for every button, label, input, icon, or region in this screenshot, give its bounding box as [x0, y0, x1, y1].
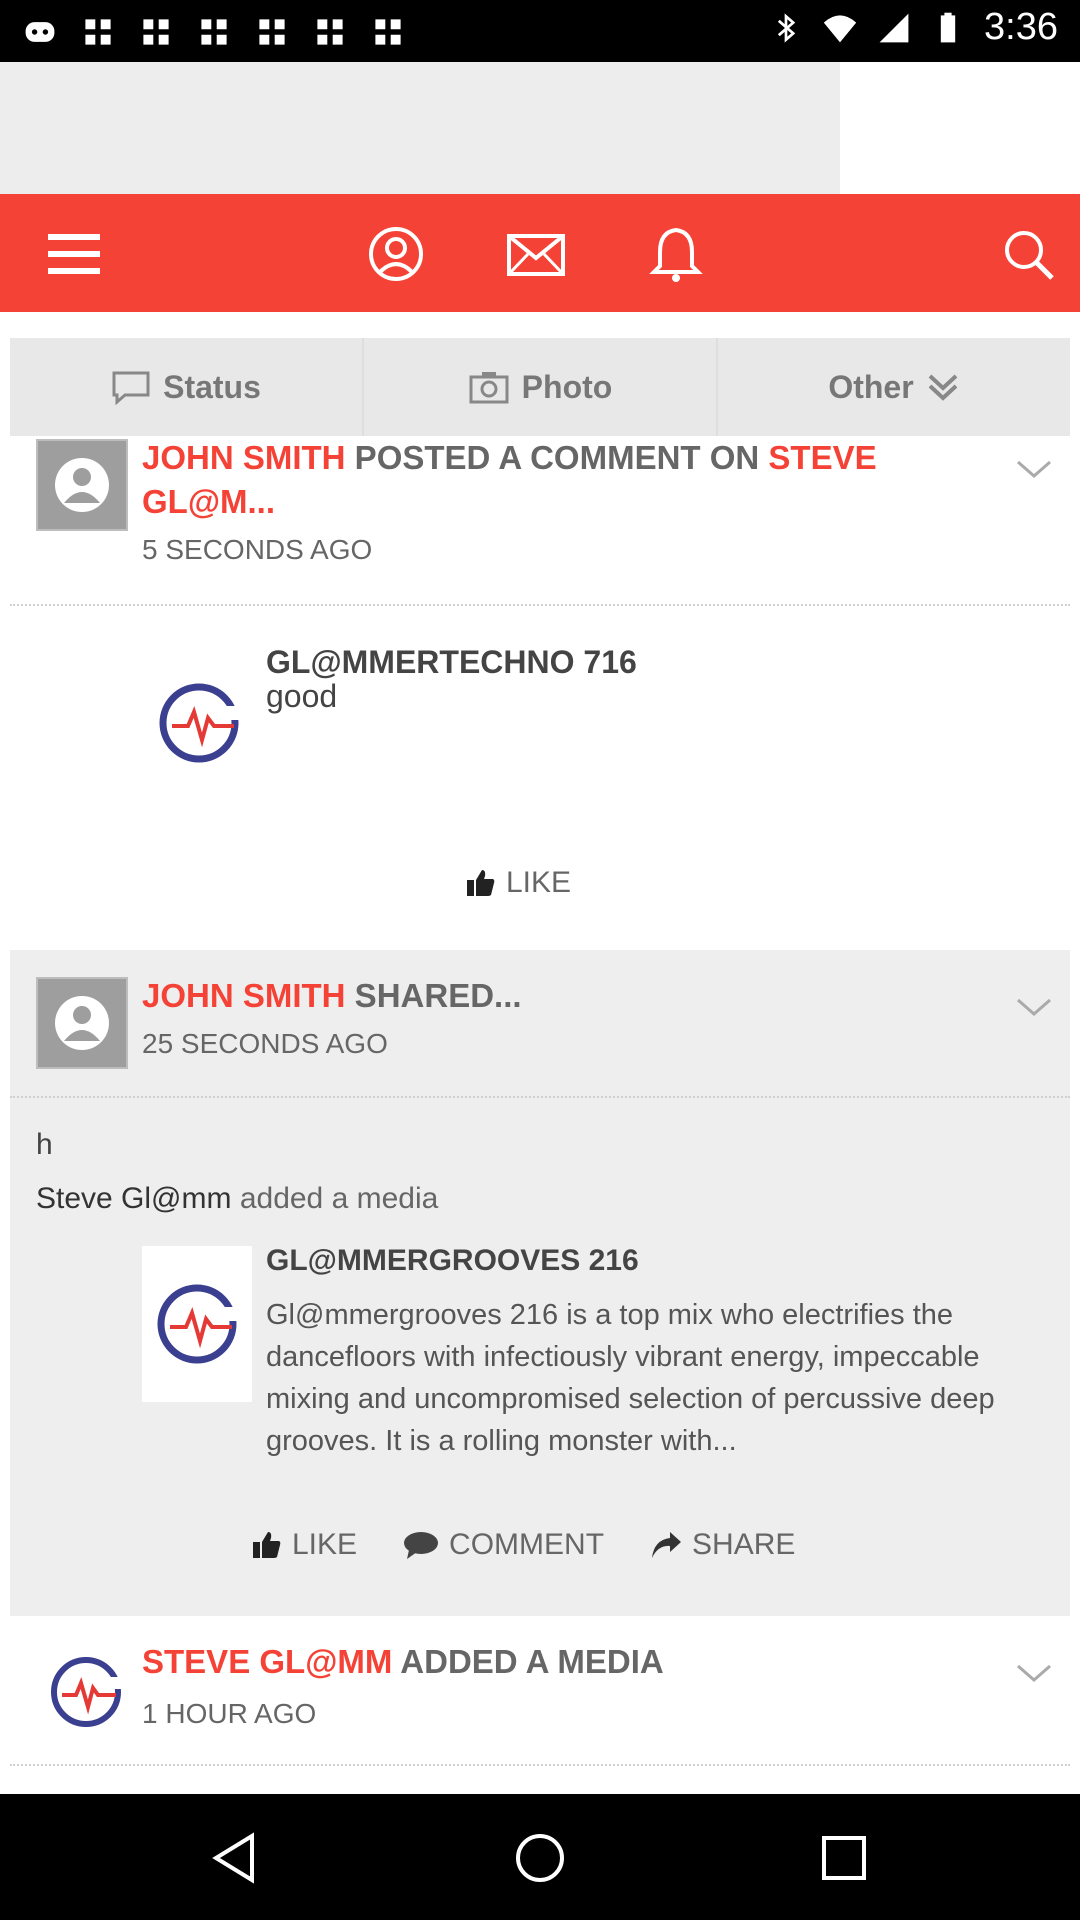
double-chevron-down-icon [928, 374, 958, 401]
discord-icon [25, 22, 55, 42]
like-label: LIKE [292, 1528, 358, 1561]
share-label: SHARE [692, 1528, 796, 1561]
status-time: 3:36 [984, 6, 1058, 48]
post-type-tabs: Status Photo Other [10, 338, 1070, 436]
ad-placeholder[interactable] [0, 62, 840, 194]
comment-icon [404, 1532, 439, 1559]
tab-photo[interactable]: Photo [362, 338, 716, 436]
camera-icon [469, 372, 509, 404]
like-label: LIKE [506, 866, 572, 899]
shared-action: added a media [231, 1182, 439, 1215]
share-icon [652, 1532, 682, 1558]
float-spacer [36, 1294, 266, 1458]
feed-item: STEVE GL@MM ADDED A MEDIA 1 HOUR AGO [10, 1616, 1070, 1794]
signal-icon [879, 13, 909, 42]
tab-photo-label: Photo [521, 368, 613, 405]
tab-other-label: Other [828, 368, 914, 405]
timestamp: 5 SECONDS AGO [142, 534, 373, 565]
feed-item: JOHN SMITH SHARED... 25 SECONDS AGO h St… [10, 950, 1070, 1616]
user-link[interactable]: Steve Gl@mm [36, 1182, 231, 1215]
top-toolbar [0, 194, 1080, 312]
actor-link[interactable]: STEVE GL@MM [142, 1643, 392, 1680]
mail-icon[interactable] [506, 224, 566, 284]
user-silhouette-icon [55, 996, 109, 1050]
feed-item: JOHN SMITH POSTED A COMMENT ON STEVE GL@… [10, 436, 1070, 950]
share-button[interactable]: SHARE [650, 1528, 795, 1562]
grid-icon [259, 19, 285, 45]
thumbs-up-icon [467, 870, 495, 896]
action-bar: LIKE COMMENT SHARE [252, 1528, 795, 1562]
divider [10, 1096, 1070, 1098]
timestamp: 1 HOUR AGO [142, 1698, 317, 1729]
tab-status[interactable]: Status [10, 338, 362, 436]
comment-button[interactable]: COMMENT [403, 1528, 604, 1562]
comment-text: good [266, 678, 338, 714]
feed-item-header: JOHN SMITH SHARED... [142, 974, 982, 1018]
battery-icon [940, 12, 956, 42]
chat-bubble-icon [112, 371, 150, 405]
feed-item-header: JOHN SMITH POSTED A COMMENT ON STEVE GL@… [142, 436, 982, 524]
home-icon[interactable] [512, 1830, 568, 1886]
grid-icon [317, 19, 343, 45]
grid-icon [85, 19, 111, 45]
tab-status-label: Status [163, 368, 261, 405]
avatar[interactable] [36, 439, 128, 531]
feed-item-header: STEVE GL@MM ADDED A MEDIA [142, 1640, 982, 1684]
media-title[interactable]: GL@MMERGROOVES 216 [266, 1244, 639, 1278]
navigation-bar [0, 1794, 1080, 1920]
profile-icon[interactable] [366, 224, 426, 284]
thumbs-up-icon [253, 1532, 281, 1558]
media-description-text: Gl@mmergrooves 216 is a top mix who elec… [266, 1299, 995, 1457]
user-silhouette-icon [55, 458, 109, 512]
timestamp: 25 SECONDS AGO [142, 1028, 388, 1059]
ad-banner[interactable] [0, 62, 1080, 194]
action-text: POSTED A COMMENT ON [345, 439, 769, 476]
divider [10, 1764, 1070, 1766]
divider [10, 604, 1070, 606]
action-text: SHARED... [345, 977, 522, 1014]
avatar[interactable] [36, 1642, 136, 1742]
menu-icon[interactable] [44, 224, 104, 284]
gl-logo-icon [51, 1657, 122, 1727]
tab-other[interactable]: Other [716, 338, 1070, 436]
grid-icon [375, 19, 401, 45]
grid-icon [143, 19, 169, 45]
comment-label: COMMENT [449, 1528, 605, 1561]
action-text: ADDED A MEDIA [392, 1643, 664, 1680]
media-description: Gl@mmergrooves 216 is a top mix who elec… [36, 1294, 1036, 1462]
status-bar: 3:36 [0, 0, 1080, 62]
shared-text: h [36, 1128, 53, 1161]
bluetooth-icon [777, 12, 796, 43]
gl-logo-icon [159, 683, 240, 763]
chevron-down-icon[interactable] [1014, 994, 1054, 1022]
back-icon[interactable] [208, 1830, 264, 1886]
bell-icon[interactable] [646, 224, 706, 284]
actor-link[interactable]: JOHN SMITH [142, 439, 346, 476]
chevron-down-icon[interactable] [1014, 456, 1054, 484]
like-button[interactable]: LIKE [252, 1528, 357, 1562]
actor-link[interactable]: JOHN SMITH [142, 977, 346, 1014]
like-button[interactable]: LIKE [466, 866, 571, 900]
avatar[interactable] [36, 977, 128, 1069]
shared-subtext: Steve Gl@mm added a media [36, 1182, 438, 1216]
grid-icon [201, 19, 227, 45]
media-thumbnail[interactable] [144, 648, 254, 798]
search-icon[interactable] [998, 224, 1058, 284]
wifi-icon [823, 14, 857, 42]
recents-icon[interactable] [816, 1830, 872, 1886]
media-title[interactable]: GL@MMERTECHNO 716 [266, 644, 637, 681]
chevron-down-icon[interactable] [1014, 1660, 1054, 1688]
